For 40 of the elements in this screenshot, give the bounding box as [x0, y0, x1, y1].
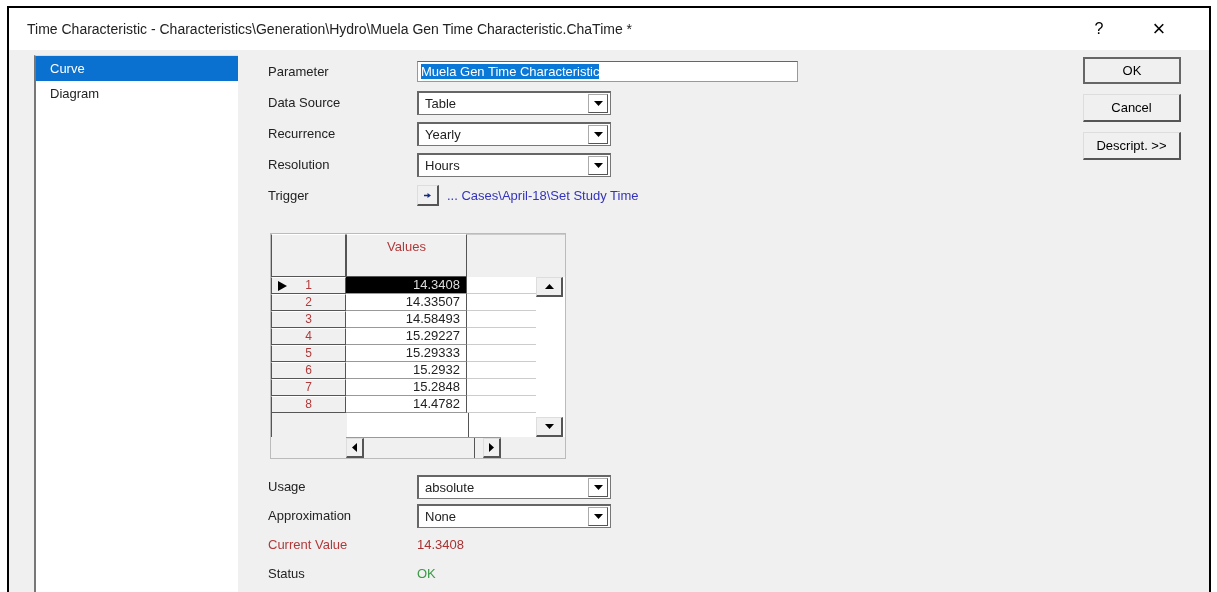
- sidebar-item[interactable]: Diagram: [36, 81, 238, 106]
- field-label: Recurrence: [268, 126, 337, 141]
- window-title: Time Characteristic - Characteristics\Generation\Hydro\Muela Gen Time Characteristic.ChaTime *: [27, 21, 634, 37]
- caret-down-icon: [593, 484, 603, 490]
- field-label: Data Source: [268, 95, 342, 110]
- dropdown[interactable]: None: [417, 503, 611, 528]
- dialog-button[interactable]: Descript. >>: [1083, 132, 1181, 160]
- caret-down-icon: [593, 162, 603, 168]
- help-button[interactable]: ?: [1069, 20, 1129, 38]
- caret-down-icon: [593, 100, 603, 106]
- field-label: Trigger: [268, 188, 310, 203]
- scroll-left-icon: [352, 443, 357, 452]
- column-header: Values: [346, 234, 467, 277]
- field-label: Status: [268, 566, 306, 581]
- reading-value: OK: [417, 566, 436, 581]
- scroll-up-icon: [544, 283, 554, 289]
- scroll-right-icon: [489, 443, 494, 452]
- field-label: Resolution: [268, 157, 331, 172]
- trigger-button[interactable]: [417, 185, 439, 206]
- caret-down-icon: [593, 513, 603, 519]
- field-label: Usage: [268, 479, 307, 494]
- field-label: Current Value: [268, 537, 349, 552]
- field-label: Approximation: [268, 508, 353, 523]
- caret-down-icon: [593, 131, 603, 137]
- parameter-field[interactable]: Muela Gen Time Characteristic: [417, 61, 798, 82]
- scroll-down-icon: [544, 424, 554, 429]
- arrow-right-icon: [424, 191, 431, 199]
- dropdown[interactable]: Table: [417, 90, 611, 115]
- dropdown[interactable]: Yearly: [417, 121, 611, 146]
- sidebar-item[interactable]: Curve: [36, 56, 238, 81]
- dropdown[interactable]: absolute: [417, 474, 611, 499]
- dialog-button[interactable]: Cancel: [1083, 94, 1181, 122]
- dropdown[interactable]: Hours: [417, 152, 611, 177]
- reading-value: 14.3408: [417, 537, 464, 552]
- close-button[interactable]: ×: [1129, 16, 1189, 42]
- field-label: Parameter: [268, 64, 330, 79]
- horizontal-scrollbar[interactable]: [346, 437, 501, 458]
- vertical-scrollbar[interactable]: [536, 276, 565, 437]
- dialog-button[interactable]: OK: [1083, 57, 1181, 84]
- trigger-link[interactable]: ... Cases\April-18\Set Study Time: [447, 188, 639, 203]
